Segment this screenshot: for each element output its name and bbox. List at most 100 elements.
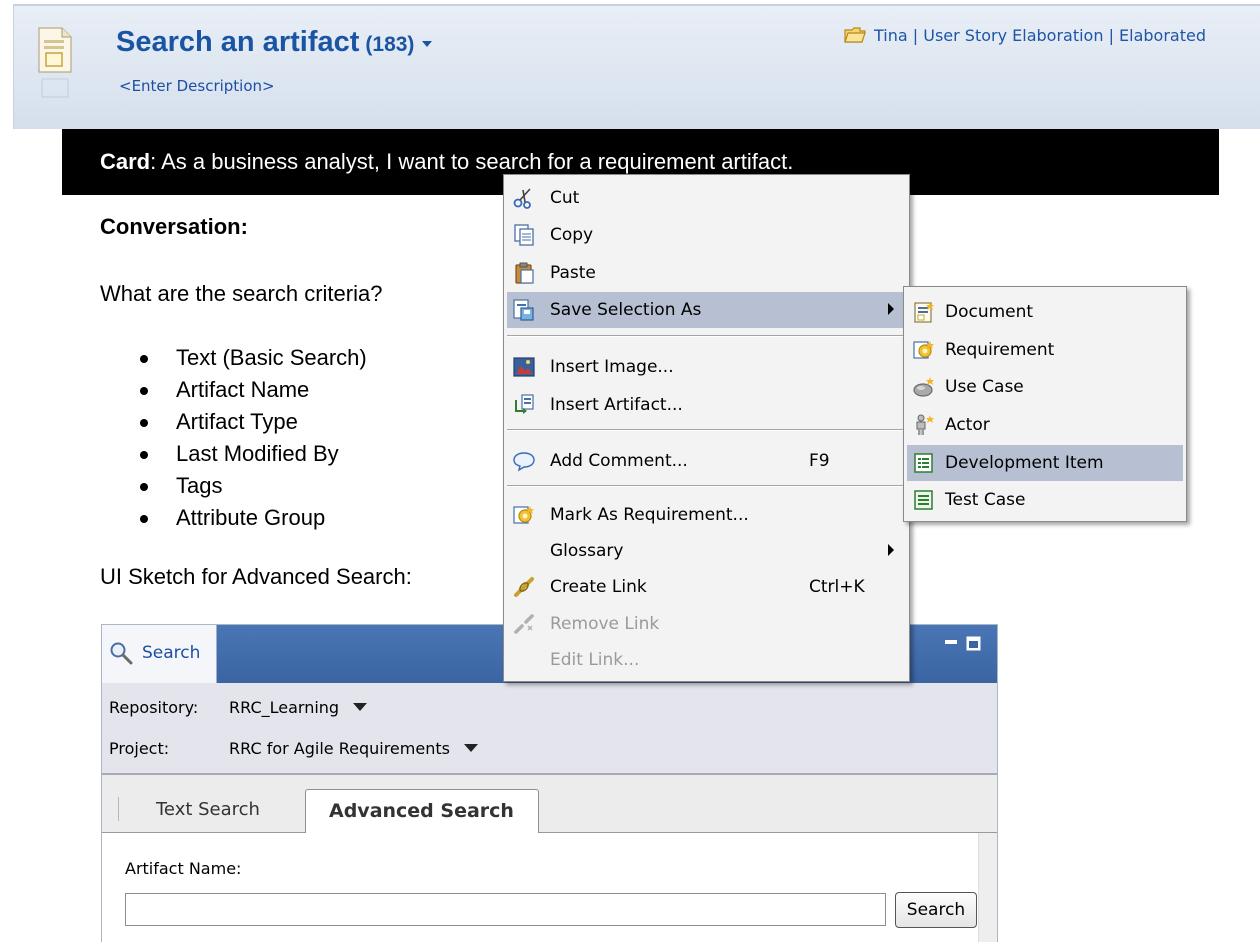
advanced-search-label: Advanced Search	[329, 800, 514, 822]
tab-text-search[interactable]: Text Search	[156, 799, 260, 820]
title-row[interactable]: Search an artifact (183)	[116, 26, 433, 59]
menu-item-insert-artifact[interactable]: Insert Artifact...	[507, 387, 906, 423]
menu-item-create-link[interactable]: Create Link Ctrl+K	[507, 569, 906, 605]
search-view-tab[interactable]: Search	[102, 625, 217, 683]
image-icon	[513, 357, 535, 377]
description-field[interactable]: <Enter Description>	[119, 77, 275, 95]
vertical-scrollbar[interactable]	[978, 833, 997, 942]
card-story: : As a business analyst, I want to searc…	[150, 149, 794, 174]
repository-dropdown[interactable]: RRC_Learning	[229, 698, 368, 717]
menu-item-add-comment[interactable]: Add Comment... F9	[507, 443, 906, 479]
repository-project-section: Repository: RRC_Learning Project: RRC fo…	[102, 683, 997, 775]
submenu-arrow-icon	[888, 544, 894, 556]
submenu-item-label: Actor	[945, 415, 990, 435]
context-menu: Cut Copy Paste Save Selection As Insert …	[503, 174, 910, 682]
menu-separator	[507, 429, 906, 431]
save-selection-icon	[513, 299, 534, 321]
menu-item-label: Edit Link...	[550, 650, 640, 670]
menu-item-label: Save Selection As	[550, 300, 702, 320]
submenu-item-label: Use Case	[945, 377, 1024, 397]
search-button[interactable]: Search	[895, 892, 977, 928]
menu-item-insert-image[interactable]: Insert Image...	[507, 349, 906, 385]
scissors-icon	[513, 188, 531, 209]
save-selection-submenu: Document Requirement Use Case Actor Deve…	[903, 286, 1187, 522]
menu-item-label: Paste	[550, 263, 596, 283]
repository-value: RRC_Learning	[229, 698, 340, 717]
chevron-down-icon[interactable]	[422, 40, 433, 47]
artifact-count: (183)	[365, 33, 415, 56]
submenu-item-document[interactable]: Document	[907, 294, 1183, 330]
context-breadcrumb[interactable]: Tina | User Story Elaboration | Elaborat…	[844, 26, 1206, 45]
development-item-icon	[914, 453, 933, 473]
document-icon	[914, 302, 934, 323]
menu-item-remove-link[interactable]: Remove Link	[507, 606, 906, 642]
menu-item-label: Remove Link	[550, 614, 660, 634]
submenu-item-label: Development Item	[945, 453, 1104, 473]
menu-item-label: Copy	[550, 225, 594, 245]
tab-separator	[118, 797, 119, 821]
list-item: Tags	[140, 470, 367, 502]
ui-sketch-label: UI Sketch for Advanced Search:	[100, 564, 412, 589]
criteria-list: Text (Basic Search) Artifact Name Artifa…	[140, 342, 367, 534]
menu-item-copy[interactable]: Copy	[507, 217, 906, 253]
menu-separator	[507, 335, 906, 337]
menu-item-cut[interactable]: Cut	[507, 180, 906, 216]
conversation-heading: Conversation:	[100, 214, 248, 239]
search-tab-label: Search	[142, 643, 201, 663]
list-item: Text (Basic Search)	[140, 342, 367, 374]
page-title: Search an artifact	[116, 26, 360, 58]
submenu-item-development-item[interactable]: Development Item	[907, 445, 1183, 481]
advanced-search-form: Artifact Name: Search	[102, 833, 997, 942]
menu-item-mark-as-requirement[interactable]: Mark As Requirement...	[507, 497, 906, 533]
menu-item-save-selection-as[interactable]: Save Selection As	[507, 292, 906, 328]
requirement-icon	[913, 341, 934, 359]
submenu-item-label: Document	[945, 302, 1034, 322]
search-icon	[110, 642, 133, 665]
submenu-item-test-case[interactable]: Test Case	[907, 482, 1183, 518]
project-dropdown[interactable]: RRC for Agile Requirements	[229, 739, 478, 758]
submenu-item-requirement[interactable]: Requirement	[907, 332, 1183, 368]
submenu-arrow-icon	[888, 303, 894, 315]
comment-icon	[513, 452, 535, 472]
menu-item-label: Create Link	[550, 577, 647, 597]
submenu-item-use-case[interactable]: Use Case	[907, 369, 1183, 405]
document-artifact-icon	[38, 27, 72, 73]
menu-item-paste[interactable]: Paste	[507, 255, 906, 291]
document-icon-reflection	[41, 78, 69, 98]
link-icon	[514, 577, 534, 597]
menu-item-shortcut: F9	[809, 451, 830, 471]
requirement-icon	[513, 506, 534, 524]
submenu-item-label: Requirement	[945, 340, 1055, 360]
chevron-down-icon	[463, 743, 478, 752]
submenu-item-actor[interactable]: Actor	[907, 407, 1183, 443]
menu-item-label: Insert Artifact...	[550, 395, 683, 415]
menu-item-glossary[interactable]: Glossary	[507, 533, 906, 569]
insert-artifact-icon	[515, 394, 534, 414]
menu-item-shortcut: Ctrl+K	[809, 577, 865, 597]
test-case-icon	[914, 490, 933, 510]
list-item: Last Modified By	[140, 438, 367, 470]
minimize-maximize-icons[interactable]	[943, 635, 983, 651]
paste-icon	[515, 262, 534, 284]
menu-separator	[507, 485, 906, 487]
menu-item-edit-link[interactable]: Edit Link...	[507, 642, 906, 678]
folder-icon	[844, 26, 866, 43]
remove-link-icon	[514, 614, 534, 634]
list-item: Attribute Group	[140, 502, 367, 534]
card-label: Card	[100, 149, 151, 174]
artifact-name-label: Artifact Name:	[125, 859, 242, 878]
header-divider	[14, 4, 1260, 6]
menu-item-label: Mark As Requirement...	[550, 505, 749, 525]
menu-item-label: Glossary	[550, 541, 624, 561]
repository-label: Repository:	[109, 698, 199, 717]
submenu-item-label: Test Case	[945, 490, 1026, 510]
card-text: Card: As a business analyst, I want to s…	[100, 149, 793, 175]
context-text: Tina | User Story Elaboration | Elaborat…	[874, 26, 1206, 45]
copy-icon	[514, 224, 534, 246]
artifact-name-input[interactable]	[125, 893, 886, 926]
list-item: Artifact Name	[140, 374, 367, 406]
use-case-icon	[913, 377, 934, 397]
search-mode-tabs: Text Search Advanced Search	[102, 775, 997, 834]
tab-advanced-search[interactable]: Advanced Search	[305, 789, 539, 834]
search-criteria-question: What are the search criteria?	[100, 281, 383, 306]
